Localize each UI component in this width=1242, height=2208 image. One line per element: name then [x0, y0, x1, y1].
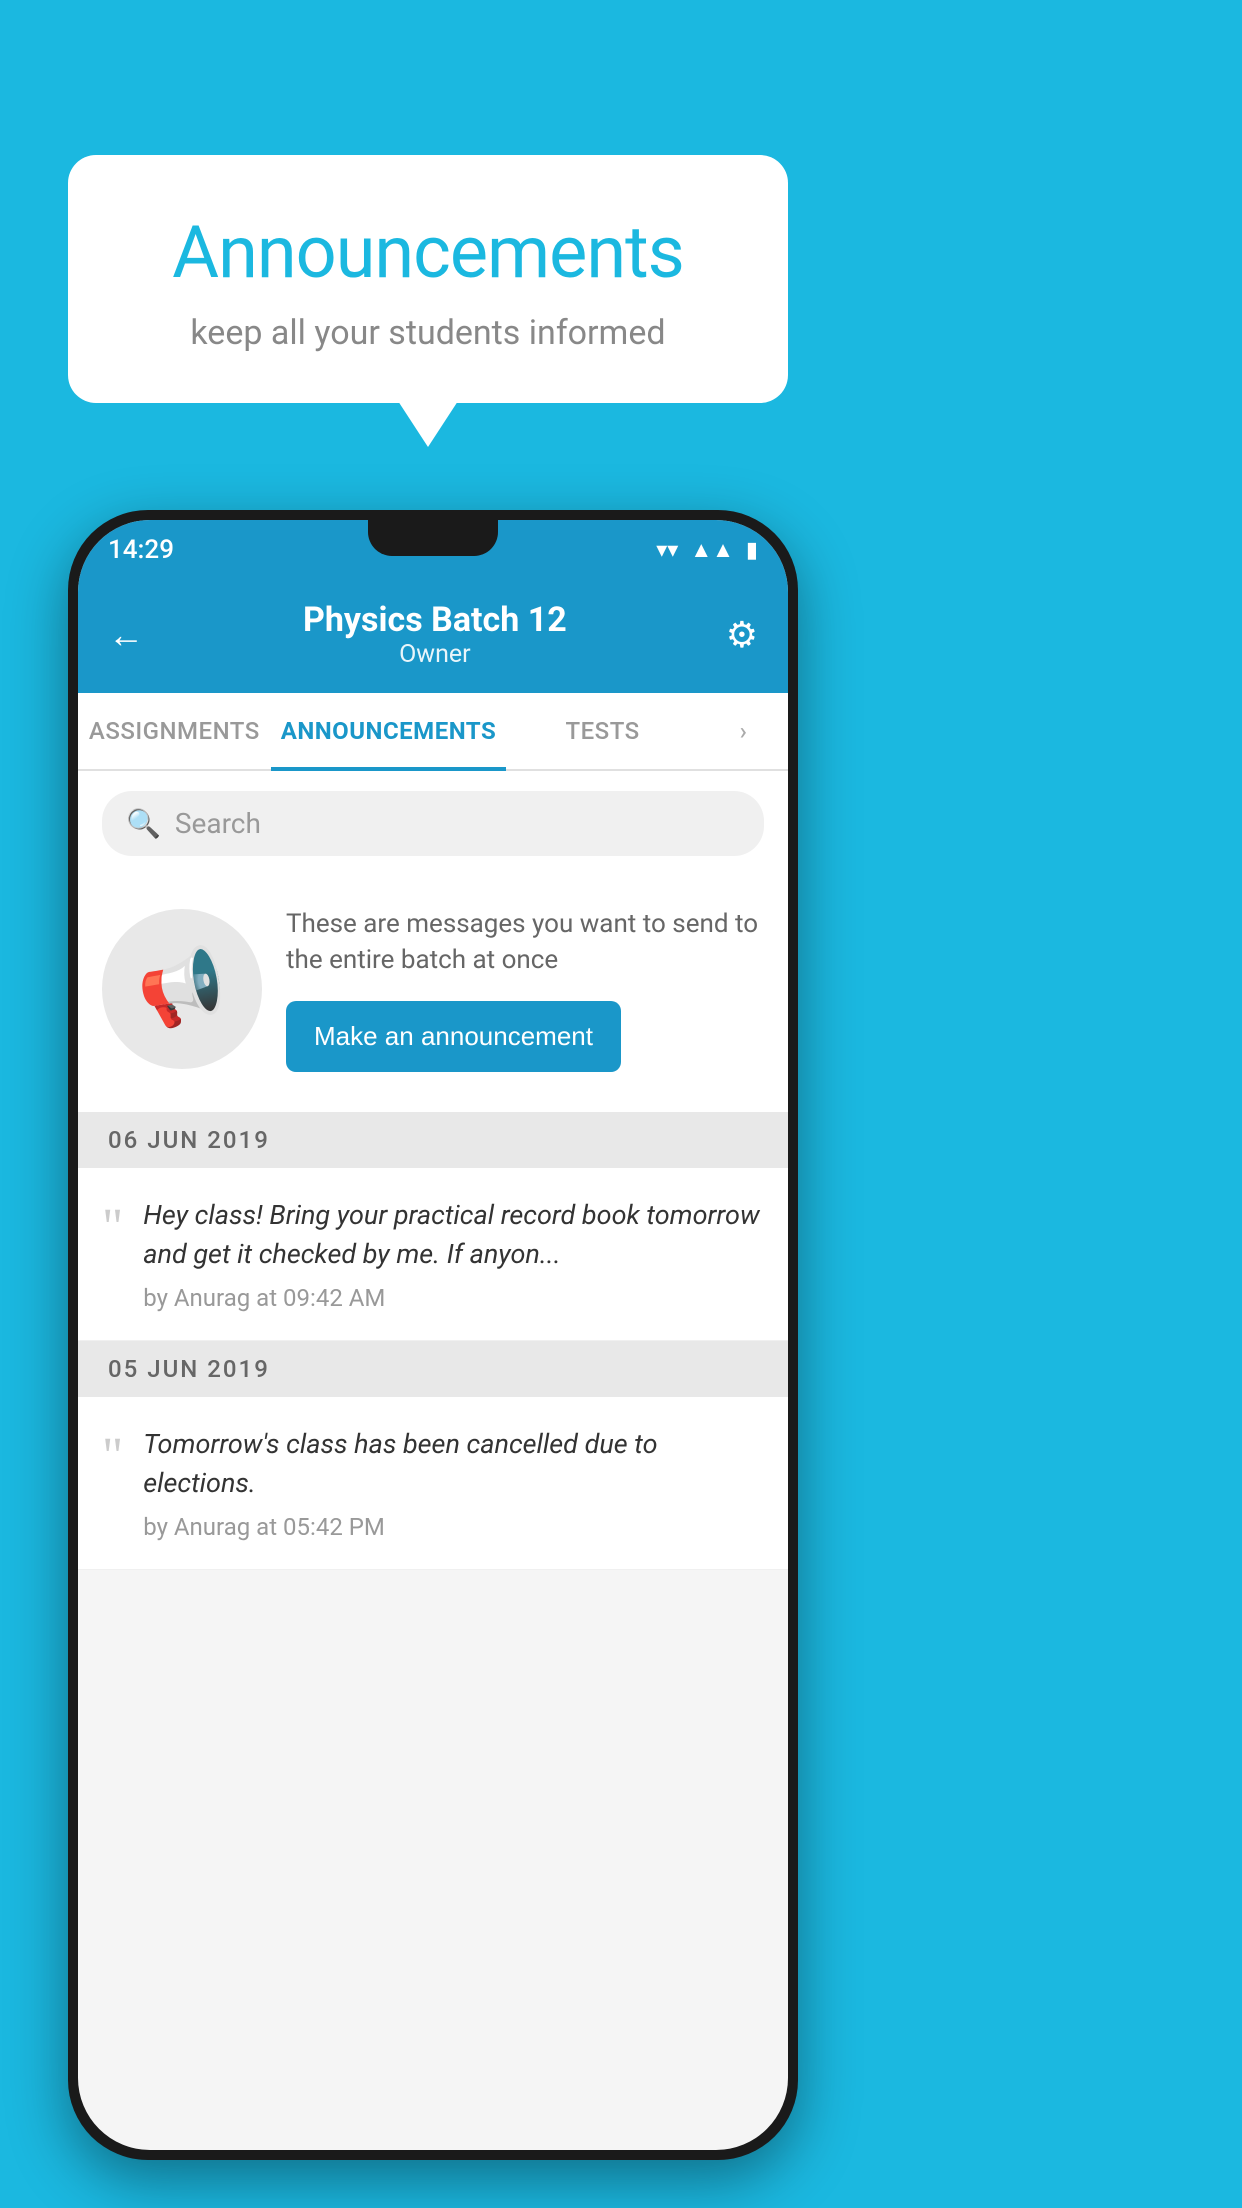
bubble-subtitle: keep all your students informed	[128, 313, 728, 353]
search-icon: 🔍	[126, 807, 161, 840]
promo-text-group: These are messages you want to send to t…	[286, 906, 764, 1072]
announcement-item-1[interactable]: " Hey class! Bring your practical record…	[78, 1168, 788, 1341]
wifi-icon: ▾▾	[656, 538, 678, 563]
app-header: ← Physics Batch 12 Owner ⚙	[78, 580, 788, 693]
announcement-content-2: Tomorrow's class has been cancelled due …	[143, 1425, 764, 1541]
promo-description: These are messages you want to send to t…	[286, 906, 764, 979]
announcement-meta-1: by Anurag at 09:42 AM	[143, 1284, 764, 1312]
signal-icon: ▲▲	[690, 537, 734, 563]
batch-role: Owner	[303, 640, 567, 669]
status-icons: ▾▾ ▲▲ ▮	[656, 537, 758, 563]
phone-frame: 14:29 ▾▾ ▲▲ ▮ ← Physics Batch 12 Owner ⚙…	[68, 510, 798, 2160]
battery-icon: ▮	[746, 538, 758, 563]
date-divider-2: 05 JUN 2019	[78, 1341, 788, 1397]
announcement-text-1: Hey class! Bring your practical record b…	[143, 1196, 764, 1274]
search-input-wrapper[interactable]: 🔍 Search	[102, 791, 764, 856]
announcement-item-2[interactable]: " Tomorrow's class has been cancelled du…	[78, 1397, 788, 1570]
speech-bubble-container: Announcements keep all your students inf…	[68, 155, 788, 403]
quote-icon-1: "	[102, 1202, 123, 1254]
make-announcement-button[interactable]: Make an announcement	[286, 1001, 621, 1072]
batch-title: Physics Batch 12	[303, 600, 567, 640]
megaphone-icon: 📢	[132, 941, 232, 1037]
tab-more[interactable]: ›	[699, 693, 788, 769]
status-time: 14:29	[108, 535, 174, 565]
bubble-title: Announcements	[128, 210, 728, 295]
phone-inner: 14:29 ▾▾ ▲▲ ▮ ← Physics Batch 12 Owner ⚙…	[78, 520, 788, 2150]
promo-section: 📢 These are messages you want to send to…	[78, 876, 788, 1112]
more-icon: ›	[740, 717, 748, 745]
quote-icon-2: "	[102, 1431, 123, 1483]
tab-announcements[interactable]: ANNOUNCEMENTS	[271, 693, 507, 769]
search-placeholder: Search	[175, 807, 261, 840]
date-divider-1: 06 JUN 2019	[78, 1112, 788, 1168]
announcement-content-1: Hey class! Bring your practical record b…	[143, 1196, 764, 1312]
announcement-meta-2: by Anurag at 05:42 PM	[143, 1513, 764, 1541]
announcement-text-2: Tomorrow's class has been cancelled due …	[143, 1425, 764, 1503]
tabs-bar: ASSIGNMENTS ANNOUNCEMENTS TESTS ›	[78, 693, 788, 771]
search-bar: 🔍 Search	[78, 771, 788, 876]
promo-icon-circle: 📢	[102, 909, 262, 1069]
notch	[368, 520, 498, 556]
settings-icon[interactable]: ⚙	[726, 614, 758, 656]
speech-bubble: Announcements keep all your students inf…	[68, 155, 788, 403]
tab-assignments[interactable]: ASSIGNMENTS	[78, 693, 271, 769]
status-bar: 14:29 ▾▾ ▲▲ ▮	[78, 520, 788, 580]
back-button[interactable]: ←	[108, 614, 144, 656]
tab-tests[interactable]: TESTS	[506, 693, 699, 769]
header-title-group: Physics Batch 12 Owner	[303, 600, 567, 669]
